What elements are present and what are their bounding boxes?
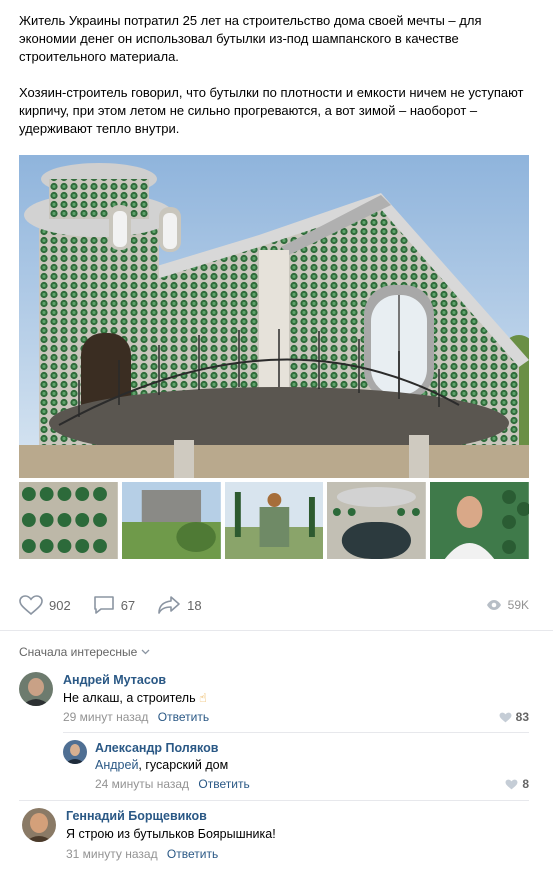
reply-button[interactable]: Ответить <box>167 847 218 861</box>
share-count: 18 <box>187 597 202 613</box>
comment-like-button[interactable]: 83 <box>499 710 529 724</box>
comment-time[interactable]: 24 минуты назад <box>95 777 189 791</box>
thumbnail-3[interactable] <box>224 482 324 559</box>
bottle-wall-image <box>19 482 118 559</box>
comment-author[interactable]: Александр Поляков <box>95 741 218 755</box>
builder-portrait-image <box>430 482 529 559</box>
like-count: 902 <box>49 597 71 613</box>
views-counter: 59K <box>486 598 529 612</box>
comment-body: Не алкаш, а строитель <box>63 691 196 705</box>
post-actions: 902 67 18 59K <box>19 593 529 617</box>
comment-text: Не алкаш, а строитель ☝ <box>63 690 207 705</box>
avatar[interactable] <box>19 672 53 706</box>
share-icon <box>158 596 180 614</box>
heart-icon <box>19 595 43 615</box>
comment-button[interactable]: 67 <box>93 595 135 615</box>
comment-text: Я строю из бутыльков Боярышника! <box>66 827 276 841</box>
post-paragraph-2: Хозяин-строитель говорил, что бутылки по… <box>19 85 524 136</box>
pointing-up-emoji-icon: ☝ <box>199 691 207 705</box>
mention-link[interactable]: Андрей <box>95 758 138 772</box>
comment-meta: 29 минут назад Ответить <box>63 710 209 724</box>
arched-window-image <box>327 482 427 559</box>
thumbnail-5[interactable] <box>430 482 529 559</box>
eye-icon <box>486 600 501 610</box>
comment-meta: 31 минуту назад Ответить <box>66 847 218 861</box>
bottle-tower-image <box>224 482 324 559</box>
comment-author[interactable]: Андрей Мутасов <box>63 673 166 687</box>
comment-time[interactable]: 31 минуту назад <box>66 847 158 861</box>
comment-count: 67 <box>120 597 136 613</box>
thumbnail-4[interactable] <box>327 482 427 559</box>
user-avatar-image <box>19 672 53 706</box>
sort-label: Сначала интересные <box>19 645 138 659</box>
thumbnail-1[interactable] <box>19 482 118 559</box>
comment-like-button[interactable]: 8 <box>505 777 529 791</box>
comment-item: Геннадий Борщевиков Я строю из бутыльков… <box>22 808 529 864</box>
chevron-down-icon <box>141 649 150 655</box>
comment-divider <box>19 800 529 801</box>
post-paragraph-1: Житель Украины потратил 25 лет на строит… <box>19 13 482 64</box>
user-avatar-image <box>63 740 87 764</box>
comment-meta: 24 минуты назад Ответить <box>95 777 250 791</box>
comment-reply-item: Александр Поляков Андрей, гусарский дом … <box>63 740 529 796</box>
comment-body: , гусарский дом <box>138 758 229 772</box>
post-text: Житель Украины потратил 25 лет на строит… <box>19 12 534 156</box>
share-button[interactable]: 18 <box>157 595 202 615</box>
like-button[interactable]: 902 <box>19 595 71 615</box>
avatar[interactable] <box>22 808 56 842</box>
photo-thumbnails <box>19 482 529 559</box>
heart-icon <box>499 712 512 722</box>
comment-text: Андрей, гусарский дом <box>95 758 228 772</box>
comment-item: Андрей Мутасов Не алкаш, а строитель ☝ 2… <box>19 672 529 732</box>
comment-like-count: 8 <box>522 777 529 791</box>
comment-author[interactable]: Геннадий Борщевиков <box>66 809 207 823</box>
main-photo[interactable] <box>19 155 529 478</box>
comment-like-count: 83 <box>515 710 529 724</box>
divider <box>0 630 553 631</box>
comment-icon <box>93 596 114 614</box>
avatar[interactable] <box>63 740 87 764</box>
user-avatar-image <box>22 808 56 842</box>
garden-image <box>121 482 221 559</box>
heart-icon <box>505 779 518 789</box>
reply-button[interactable]: Ответить <box>198 777 249 791</box>
thumbnail-2[interactable] <box>121 482 221 559</box>
comment-divider <box>63 732 529 733</box>
bottle-house-image <box>19 155 529 478</box>
reply-button[interactable]: Ответить <box>158 710 209 724</box>
views-count: 59K <box>507 598 529 612</box>
comment-time[interactable]: 29 минут назад <box>63 710 148 724</box>
comments-sort-dropdown[interactable]: Сначала интересные <box>19 645 150 659</box>
